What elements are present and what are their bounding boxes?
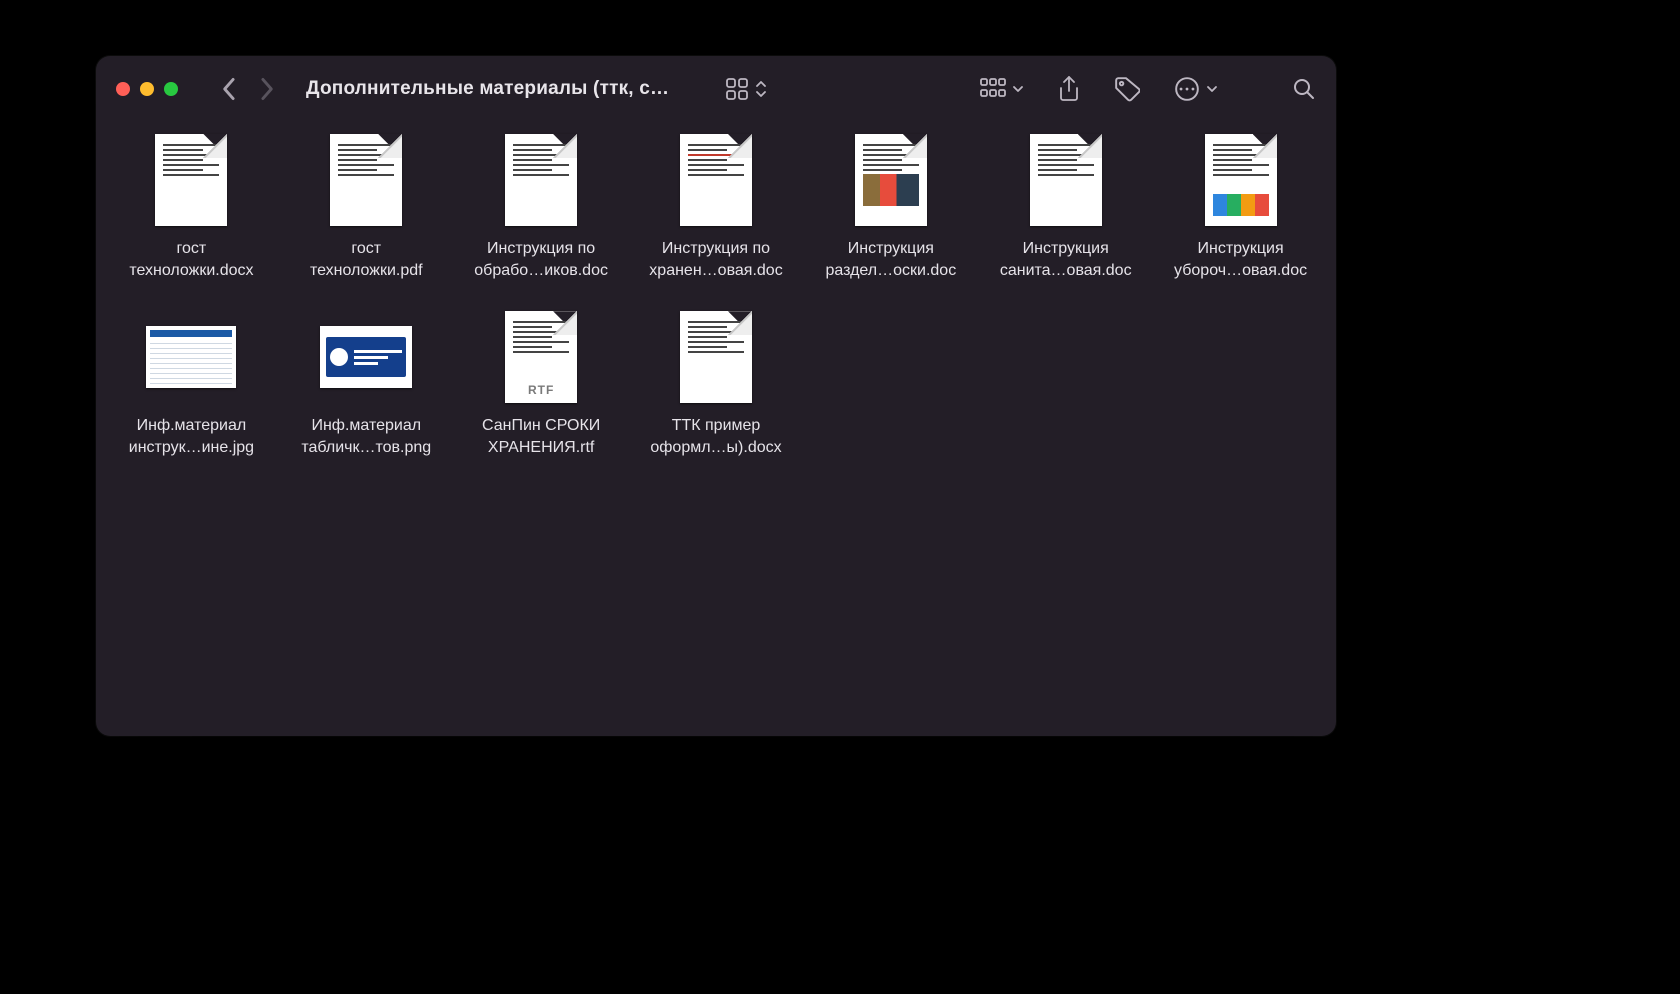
tags-button[interactable] (1114, 76, 1140, 102)
file-label: Инструкция пообрабо…иков.doc (474, 238, 608, 281)
file-grid: госттехноложки.docx госттехноложки.pdf Инс… (96, 122, 1336, 478)
back-button[interactable] (222, 77, 237, 101)
group-by-button[interactable] (980, 78, 1024, 100)
toolbar-right (980, 76, 1316, 102)
file-thumbnail (1021, 132, 1111, 228)
file-item[interactable]: RTF СанПин СРОКИХРАНЕНИЯ.rtf (454, 309, 629, 458)
file-label: Инф.материалтабличк…тов.png (301, 415, 431, 458)
file-label: ТТК примероформл…ы).docx (650, 415, 781, 458)
toolbar: Дополнительные материалы (ттк, с… (96, 56, 1336, 122)
file-label: СанПин СРОКИХРАНЕНИЯ.rtf (482, 415, 600, 458)
file-item[interactable]: Инструкция похранен…овая.doc (629, 132, 804, 281)
file-item[interactable]: Инструкциясанита…овая.doc (978, 132, 1153, 281)
file-label: госттехноложки.pdf (310, 238, 423, 281)
file-thumbnail (146, 309, 236, 405)
file-item[interactable]: Инструкция пообрабо…иков.doc (454, 132, 629, 281)
file-thumbnail: RTF (496, 309, 586, 405)
window-controls (116, 82, 178, 96)
search-button[interactable] (1292, 77, 1316, 101)
updown-icon (755, 79, 767, 99)
view-mode-button[interactable] (725, 77, 767, 101)
minimize-button[interactable] (140, 82, 154, 96)
action-menu-button[interactable] (1174, 76, 1218, 102)
file-thumbnail (671, 309, 761, 405)
close-button[interactable] (116, 82, 130, 96)
file-item[interactable]: Инструкцияраздел…оски.doc (803, 132, 978, 281)
file-item[interactable]: госттехноложки.docx (104, 132, 279, 281)
file-label: Инф.материалинструк…ине.jpg (129, 415, 254, 458)
file-item[interactable]: Инф.материалинструк…ине.jpg (104, 309, 279, 458)
view-controls (725, 77, 767, 101)
file-label: Инструкциясанита…овая.doc (1000, 238, 1132, 281)
file-label: Инструкцияраздел…оски.doc (825, 238, 956, 281)
chevron-down-icon (1012, 83, 1024, 95)
file-thumbnail (321, 309, 411, 405)
file-thumbnail (846, 132, 936, 228)
share-button[interactable] (1058, 76, 1080, 102)
file-item[interactable]: Инструкцияубороч…овая.doc (1153, 132, 1328, 281)
forward-button[interactable] (259, 77, 274, 101)
file-item[interactable]: госттехноложки.pdf (279, 132, 454, 281)
file-thumbnail (671, 132, 761, 228)
file-thumbnail (496, 132, 586, 228)
finder-window: Дополнительные материалы (ттк, с… (96, 56, 1336, 736)
zoom-button[interactable] (164, 82, 178, 96)
file-item[interactable]: ТТК примероформл…ы).docx (629, 309, 804, 458)
file-thumbnail (321, 132, 411, 228)
file-label: Инструкцияубороч…овая.doc (1174, 238, 1307, 281)
file-label: госттехноложки.docx (129, 238, 253, 281)
window-title: Дополнительные материалы (ттк, с… (306, 78, 669, 100)
file-thumbnail (146, 132, 236, 228)
file-label: Инструкция похранен…овая.doc (649, 238, 782, 281)
file-item[interactable]: Инф.материалтабличк…тов.png (279, 309, 454, 458)
nav-arrows (222, 77, 274, 101)
chevron-down-icon (1206, 83, 1218, 95)
file-thumbnail (1196, 132, 1286, 228)
